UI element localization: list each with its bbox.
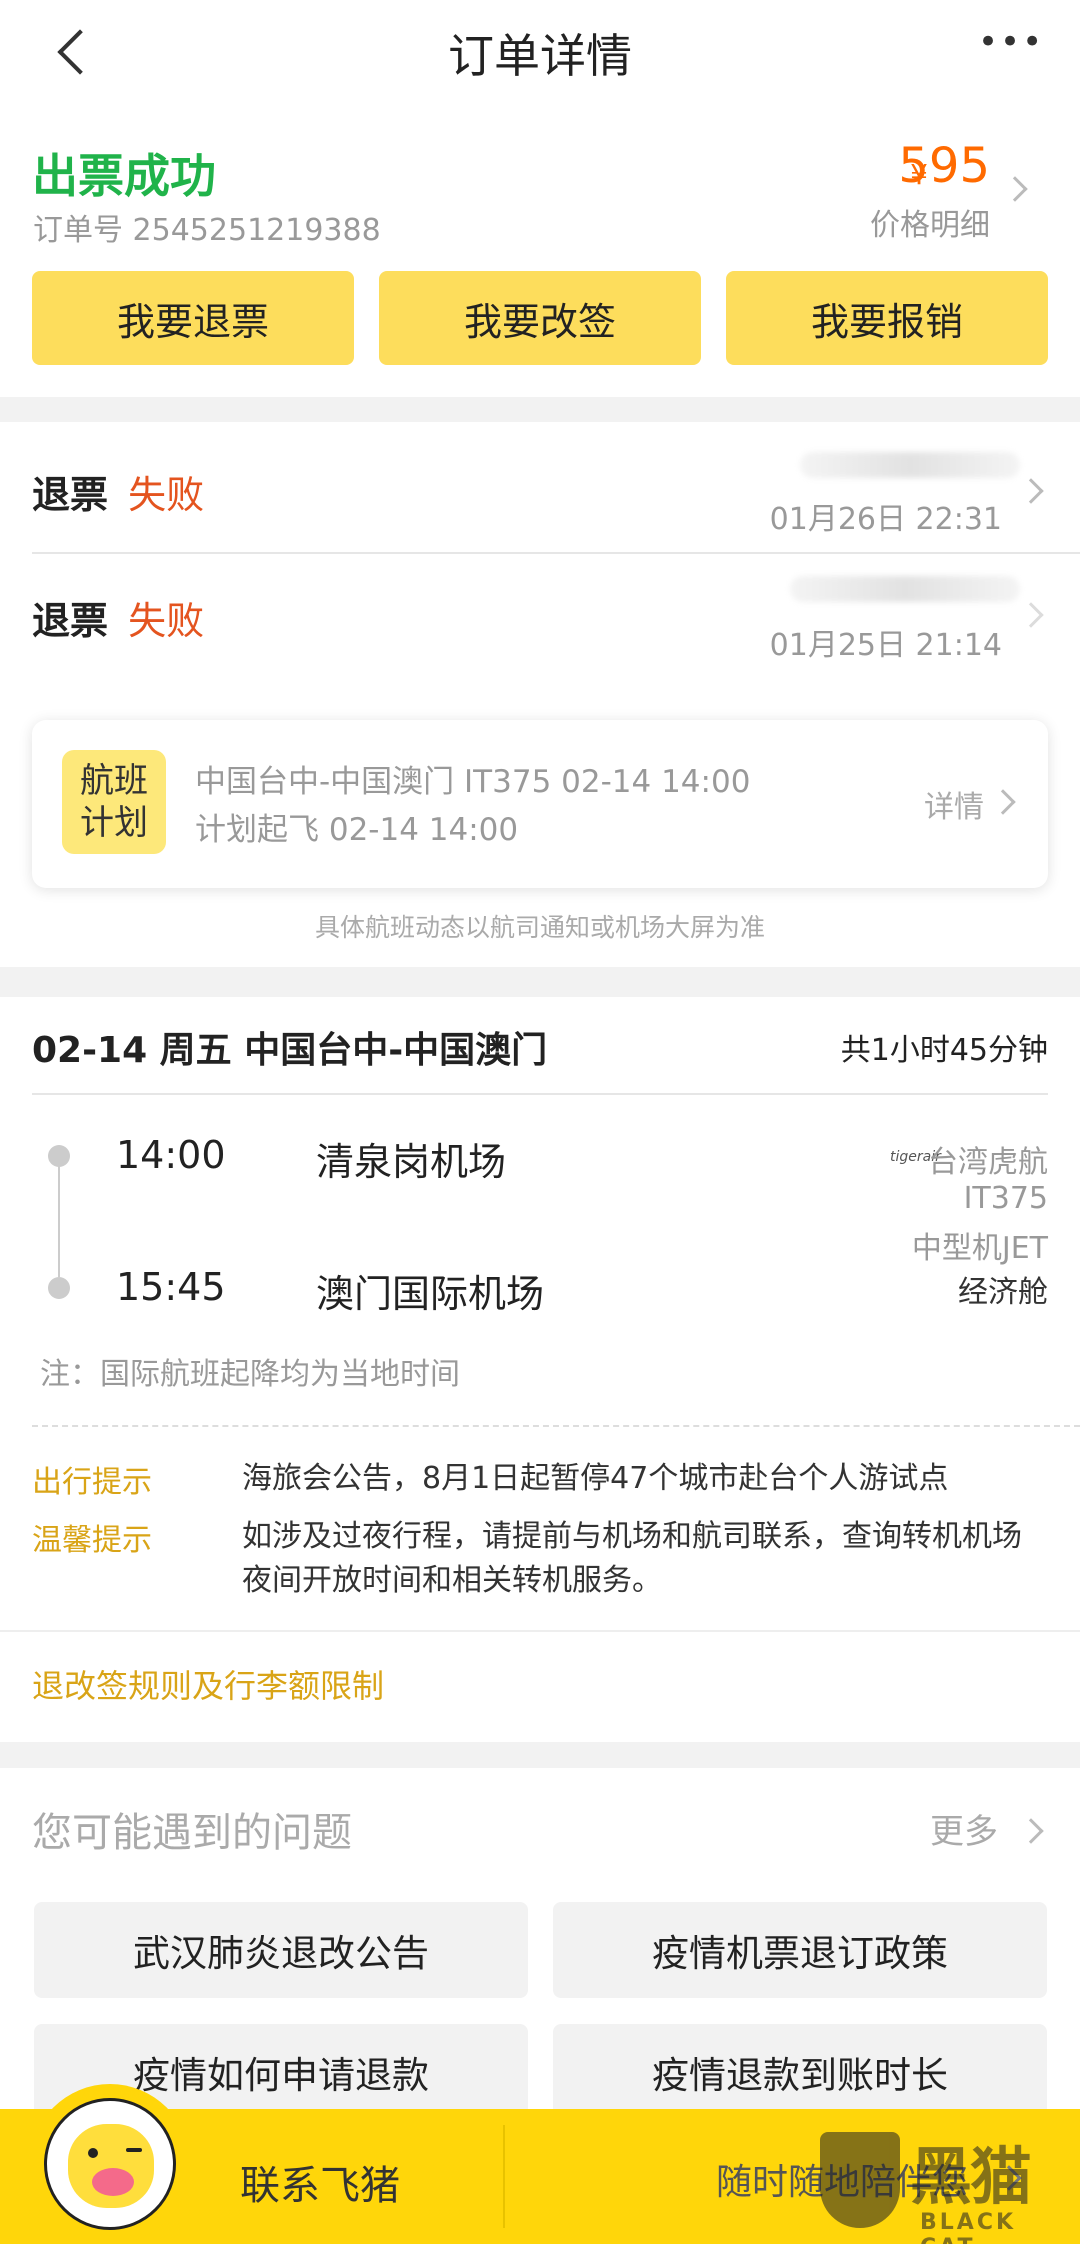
faq-item[interactable]: 武汉肺炎退改公告 <box>34 1902 528 1998</box>
warm-tip-text: 如涉及过夜行程，请提前与机场和航司联系，查询转机机场夜间开放时间和相关转机服务。 <box>242 1519 1022 1598</box>
flight-plan-badge: 航班 计划 <box>62 750 166 854</box>
refund-time: 01月26日 22:31 <box>769 502 1002 537</box>
arrival-dot <box>48 1277 70 1299</box>
timeline-line <box>58 1165 60 1277</box>
refund-records-panel: 退票 失败 01月26日 22:31 退票 失败 01月25日 21:14 航班… <box>0 422 1080 967</box>
blurred-text <box>800 452 1020 478</box>
faq-item[interactable]: 疫情退款到账时长 <box>553 2024 1047 2120</box>
order-number-label: 订单号 <box>33 213 123 248</box>
dashed-divider <box>32 1425 1080 1427</box>
departure-dot <box>48 1145 70 1167</box>
chevron-right-icon <box>990 789 1016 815</box>
order-summary-panel: 订单详情 ••• 出票成功 订单号 2545251219388 ¥ 595 价格… <box>0 0 1080 397</box>
travel-tip-text: 海旅会公告，8月1日起暂停47个城市赴台个人游试点 <box>242 1461 949 1496</box>
page-title: 订单详情 <box>448 29 632 83</box>
refund-record-row[interactable]: 退票 失败 01月25日 21:14 <box>0 554 1080 684</box>
refund-button[interactable]: 我要退票 <box>32 271 354 365</box>
order-number: 订单号 2545251219388 <box>33 205 381 249</box>
aircraft-type: 中型机JET <box>911 1231 1048 1266</box>
reimburse-button[interactable]: 我要报销 <box>726 271 1048 365</box>
faq-title: 您可能遇到的问题 <box>32 1810 352 1856</box>
watermark-en: BLACK CAT <box>920 2210 1017 2244</box>
flight-duration: 共1小时45分钟 <box>840 1033 1048 1068</box>
order-number-value: 2545251219388 <box>132 213 381 248</box>
refund-status: 失败 <box>128 473 205 517</box>
badge-line: 航班 <box>80 761 148 801</box>
flight-date-route: 02-14 周五 中国台中-中国澳门 <box>32 1030 548 1071</box>
contact-label: 联系飞猪 <box>240 2163 400 2209</box>
flight-plan-detail-link: 详情 <box>924 790 984 825</box>
chevron-right-icon <box>1018 478 1044 504</box>
warm-tip-label: 温馨提示 <box>32 1523 152 1558</box>
departure-time: 14:00 <box>116 1133 226 1177</box>
badge-line: 计划 <box>80 803 148 843</box>
flight-plan-card[interactable]: 航班 计划 中国台中-中国澳门 IT375 02-14 14:00 计划起飞 0… <box>32 720 1048 888</box>
price-block[interactable]: ¥ 595 价格明细 <box>850 138 1030 243</box>
order-status: 出票成功 <box>32 149 216 203</box>
refund-label: 退票 <box>32 599 109 643</box>
flight-plan-takeoff: 计划起飞 02-14 14:00 <box>195 812 519 848</box>
flight-plan-note: 具体航班动态以航司通知或机场大屏为准 <box>314 913 765 942</box>
watermark-cn: 黑猫 <box>910 2140 1032 2213</box>
flight-number: IT375 <box>963 1181 1048 1216</box>
chevron-right-icon <box>1018 1818 1044 1844</box>
more-icon[interactable]: ••• <box>978 22 1044 62</box>
refund-record-row[interactable]: 退票 失败 01月26日 22:31 <box>0 422 1080 552</box>
local-time-note: 注：国际航班起降均为当地时间 <box>40 1357 460 1392</box>
faq-item[interactable]: 疫情机票退订政策 <box>553 1902 1047 1998</box>
divider <box>0 1630 1080 1632</box>
chevron-right-icon <box>1002 176 1028 202</box>
divider <box>32 1093 1048 1095</box>
refund-label: 退票 <box>32 473 109 517</box>
mascot-avatar[interactable] <box>30 2084 190 2244</box>
price-value: 595 <box>898 138 990 194</box>
mascot-eye <box>88 2148 98 2158</box>
rules-link[interactable]: 退改签规则及行李额限制 <box>32 1661 384 1707</box>
departure-airport: 清泉岗机场 <box>316 1140 507 1184</box>
blurred-text <box>790 576 1020 602</box>
faq-more-link[interactable]: 更多 <box>930 1804 998 1853</box>
refund-status: 失败 <box>128 599 205 643</box>
divider <box>503 2125 505 2228</box>
mascot-nose <box>92 2168 134 2196</box>
refund-record-label: 退票 失败 <box>32 590 204 645</box>
cabin-class: 经济舱 <box>958 1275 1048 1310</box>
change-button[interactable]: 我要改签 <box>379 271 701 365</box>
price-detail-link: 价格明细 <box>870 208 990 243</box>
airline-name: 台湾虎航 <box>928 1145 1048 1180</box>
travel-tip-label: 出行提示 <box>32 1465 152 1500</box>
flight-detail-panel: 02-14 周五 中国台中-中国澳门 共1小时45分钟 14:00 清泉岗机场 … <box>0 997 1080 1742</box>
arrival-airport: 澳门国际机场 <box>316 1272 545 1316</box>
refund-record-label: 退票 失败 <box>32 464 204 519</box>
arrival-time: 15:45 <box>116 1265 226 1309</box>
chevron-right-icon <box>1018 602 1044 628</box>
watermark-logo: 黑猫 BLACK CAT <box>820 2126 1070 2244</box>
refund-time: 01月25日 21:14 <box>769 628 1002 663</box>
mascot-eye <box>126 2148 142 2152</box>
watermark-shield-icon <box>820 2132 900 2228</box>
flight-plan-route: 中国台中-中国澳门 IT375 02-14 14:00 <box>195 764 751 800</box>
